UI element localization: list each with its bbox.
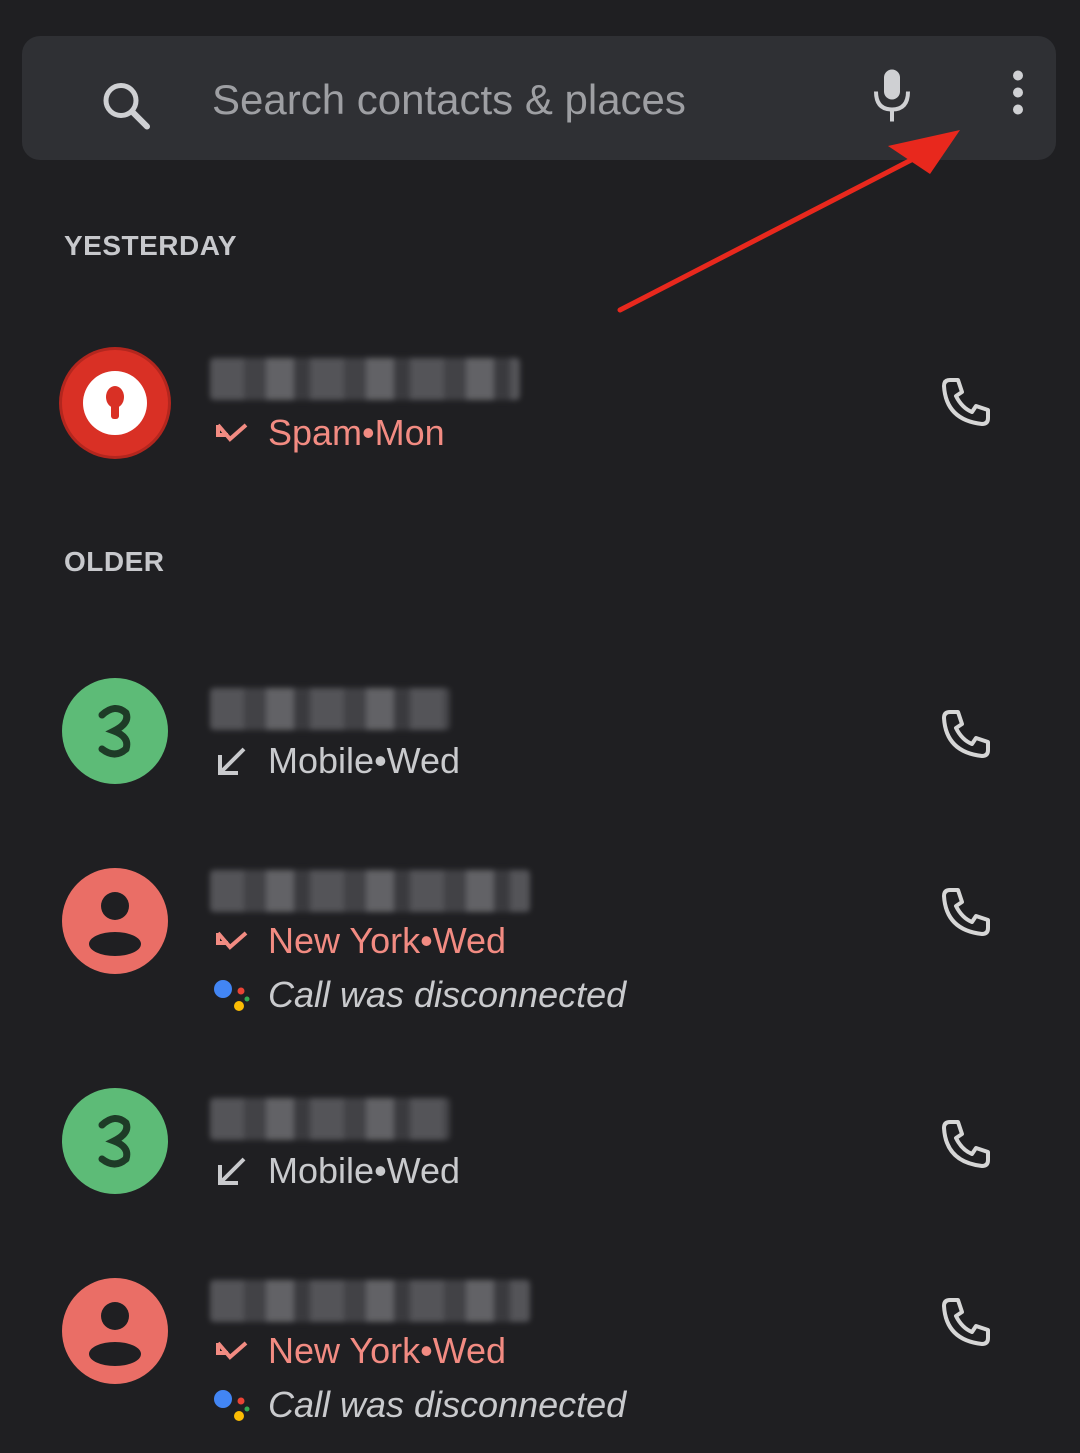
phone-icon bbox=[942, 378, 990, 426]
call-back-button[interactable] bbox=[936, 1114, 996, 1174]
spam-avatar bbox=[62, 350, 168, 456]
phone-icon bbox=[942, 1120, 990, 1168]
call-back-button[interactable] bbox=[936, 704, 996, 764]
call-label: Spam bbox=[268, 412, 363, 453]
contact-avatar bbox=[62, 678, 168, 784]
call-row[interactable]: New York • Wed Call was disconnected bbox=[0, 860, 1080, 1030]
phone-icon bbox=[942, 710, 990, 758]
search-bar[interactable]: Search contacts & places bbox=[22, 36, 1056, 160]
call-detail: New York • Wed bbox=[212, 920, 506, 962]
call-row[interactable]: Mobile • Wed bbox=[0, 1080, 1080, 1210]
call-detail: New York • Wed bbox=[212, 1330, 506, 1372]
contact-avatar bbox=[62, 1278, 168, 1384]
caller-name-redacted bbox=[210, 688, 450, 730]
caller-name-redacted bbox=[210, 358, 520, 400]
letter-avatar bbox=[98, 1115, 131, 1168]
section-header-older: OLDER bbox=[64, 546, 165, 577]
incoming-call-icon bbox=[212, 741, 252, 781]
call-separator: • bbox=[374, 1150, 387, 1191]
person-icon bbox=[89, 892, 141, 956]
section-header-yesterday: YESTERDAY bbox=[64, 230, 238, 261]
call-detail: Mobile • Wed bbox=[212, 1150, 460, 1192]
call-note-text: Call was disconnected bbox=[268, 974, 627, 1015]
call-note: Call was disconnected bbox=[212, 1384, 626, 1426]
spam-icon bbox=[106, 386, 124, 419]
call-label: New York bbox=[268, 920, 421, 961]
search-input[interactable]: Search contacts & places bbox=[212, 76, 686, 124]
caller-name-redacted bbox=[210, 1280, 530, 1322]
call-log-screen: Search contacts & places YESTERDAY Spam … bbox=[0, 0, 1080, 1453]
search-icon[interactable] bbox=[100, 80, 152, 137]
call-separator: • bbox=[374, 740, 387, 781]
call-back-button[interactable] bbox=[936, 1292, 996, 1352]
call-day: Wed bbox=[386, 1150, 461, 1191]
call-label: New York bbox=[268, 1330, 421, 1371]
call-row[interactable]: Spam • Mon bbox=[0, 340, 1080, 470]
person-icon bbox=[89, 1302, 141, 1366]
call-back-button[interactable] bbox=[936, 372, 996, 432]
missed-call-icon bbox=[212, 413, 252, 453]
mic-icon[interactable] bbox=[870, 68, 914, 129]
call-day: Mon bbox=[374, 412, 445, 453]
contact-avatar bbox=[62, 1088, 168, 1194]
missed-call-icon bbox=[212, 1331, 252, 1371]
call-detail: Mobile • Wed bbox=[212, 740, 460, 782]
letter-avatar bbox=[98, 705, 131, 758]
call-label: Mobile bbox=[268, 740, 375, 781]
missed-call-icon bbox=[212, 921, 252, 961]
more-options-icon[interactable] bbox=[996, 68, 1040, 129]
call-day: Wed bbox=[386, 740, 461, 781]
call-row[interactable]: Mobile • Wed bbox=[0, 670, 1080, 800]
caller-name-redacted bbox=[210, 1098, 450, 1140]
call-back-button[interactable] bbox=[936, 882, 996, 942]
call-separator: • bbox=[362, 412, 375, 453]
call-separator: • bbox=[420, 920, 433, 961]
call-note-text: Call was disconnected bbox=[268, 1384, 627, 1425]
incoming-call-icon bbox=[212, 1151, 252, 1191]
call-row[interactable]: New York • Wed Call was disconnected bbox=[0, 1270, 1080, 1440]
contact-avatar bbox=[62, 868, 168, 974]
google-assistant-icon bbox=[212, 975, 252, 1015]
call-separator: • bbox=[420, 1330, 433, 1371]
call-label: Mobile bbox=[268, 1150, 375, 1191]
call-day: Wed bbox=[432, 1330, 507, 1371]
google-assistant-icon bbox=[212, 1385, 252, 1425]
call-detail: Spam • Mon bbox=[212, 412, 445, 454]
phone-icon bbox=[942, 1298, 990, 1346]
call-note: Call was disconnected bbox=[212, 974, 626, 1016]
phone-icon bbox=[942, 888, 990, 936]
caller-name-redacted bbox=[210, 870, 530, 912]
call-day: Wed bbox=[432, 920, 507, 961]
